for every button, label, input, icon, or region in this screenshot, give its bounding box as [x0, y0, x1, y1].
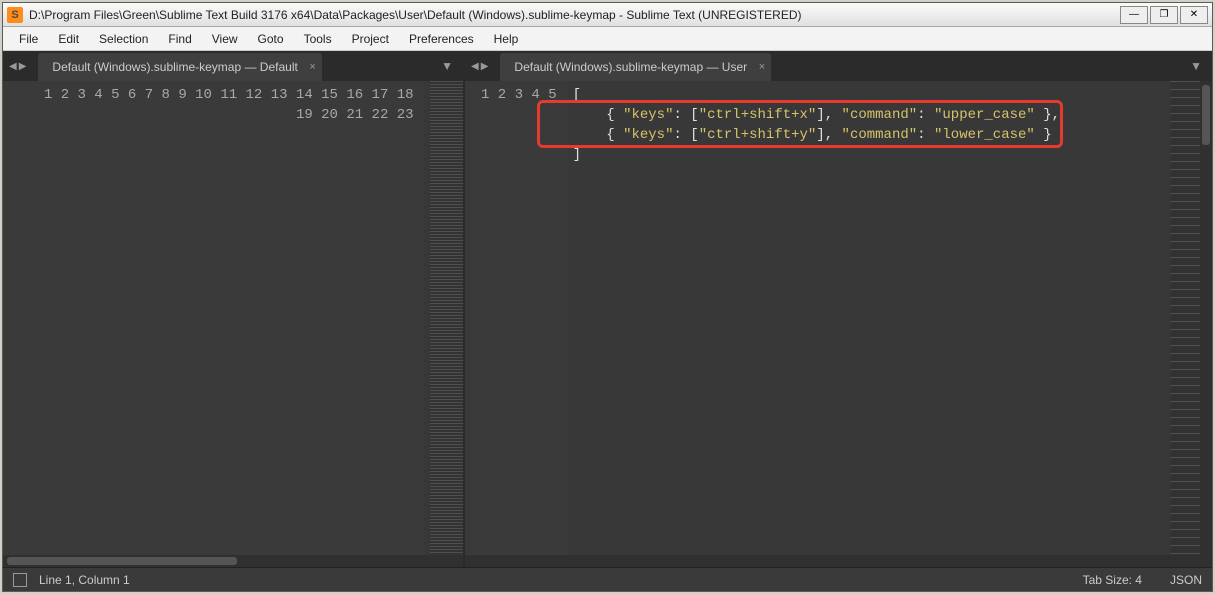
tab-close-icon[interactable]: ×	[309, 61, 315, 73]
hscroll-right[interactable]	[465, 555, 1212, 567]
code-body-left[interactable]: 1 2 3 4 5 6 7 8 9 10 11 12 13 14 15 16 1…	[3, 81, 463, 555]
menu-preferences[interactable]: Preferences	[399, 29, 484, 49]
status-panel-icon[interactable]	[13, 573, 27, 587]
tab-bar-right: ◀ ▶ Default (Windows).sublime-keymap — U…	[465, 51, 1212, 81]
tab-next-icon[interactable]: ▶	[481, 61, 489, 72]
hscroll-left[interactable]	[3, 555, 463, 567]
menu-goto[interactable]: Goto	[248, 29, 294, 49]
tab-bar-left: ◀ ▶ Default (Windows).sublime-keymap — D…	[3, 51, 463, 81]
tab-prev-icon[interactable]: ◀	[9, 61, 17, 72]
vscroll-thumb[interactable]	[1202, 85, 1210, 145]
app-icon: S	[7, 7, 23, 23]
gutter-right: 1 2 3 4 5	[465, 81, 567, 555]
menu-view[interactable]: View	[202, 29, 248, 49]
close-button[interactable]: ✕	[1180, 6, 1208, 24]
gutter-left: 1 2 3 4 5 6 7 8 9 10 11 12 13 14 15 16 1…	[3, 81, 424, 555]
editor-area: ◀ ▶ Default (Windows).sublime-keymap — D…	[3, 51, 1212, 567]
tab-next-icon[interactable]: ▶	[19, 61, 27, 72]
code-body-right[interactable]: 1 2 3 4 5 [ { "keys": ["ctrl+shift+x"], …	[465, 81, 1212, 555]
tab-label: Default (Windows).sublime-keymap — Defau…	[52, 60, 297, 74]
status-syntax[interactable]: JSON	[1170, 573, 1202, 587]
minimap-left[interactable]	[430, 81, 463, 555]
tab-dropdown-right[interactable]: ▼	[1180, 51, 1212, 81]
title-bar: S D:\Program Files\Green\Sublime Text Bu…	[3, 3, 1212, 27]
tab-nav-right: ◀ ▶	[465, 51, 494, 81]
menu-edit[interactable]: Edit	[48, 29, 89, 49]
tab-user-keymap[interactable]: Default (Windows).sublime-keymap — User …	[500, 53, 771, 81]
app-window: S D:\Program Files\Green\Sublime Text Bu…	[2, 2, 1213, 592]
tab-label: Default (Windows).sublime-keymap — User	[514, 60, 747, 74]
vscroll-right[interactable]	[1200, 81, 1212, 555]
menu-help[interactable]: Help	[484, 29, 529, 49]
tab-close-icon[interactable]: ×	[759, 61, 765, 73]
menu-file[interactable]: File	[9, 29, 48, 49]
status-bar: Line 1, Column 1 Tab Size: 4 JSON	[3, 567, 1212, 591]
right-pane: ◀ ▶ Default (Windows).sublime-keymap — U…	[465, 51, 1212, 567]
tab-nav-left: ◀ ▶	[3, 51, 32, 81]
tab-prev-icon[interactable]: ◀	[471, 61, 479, 72]
status-position[interactable]: Line 1, Column 1	[39, 573, 130, 587]
left-pane: ◀ ▶ Default (Windows).sublime-keymap — D…	[3, 51, 463, 567]
window-controls: — ❐ ✕	[1120, 6, 1208, 24]
minimize-button[interactable]: —	[1120, 6, 1148, 24]
menu-selection[interactable]: Selection	[89, 29, 158, 49]
status-tab-size[interactable]: Tab Size: 4	[1083, 573, 1142, 587]
hscroll-thumb[interactable]	[7, 557, 237, 565]
tab-dropdown-left[interactable]: ▼	[431, 51, 463, 81]
tab-default-keymap[interactable]: Default (Windows).sublime-keymap — Defau…	[38, 53, 321, 81]
menu-tools[interactable]: Tools	[294, 29, 342, 49]
menu-project[interactable]: Project	[342, 29, 399, 49]
code-right[interactable]: [ { "keys": ["ctrl+shift+x"], "command":…	[567, 81, 1170, 555]
menu-bar: FileEditSelectionFindViewGotoToolsProjec…	[3, 27, 1212, 51]
window-title: D:\Program Files\Green\Sublime Text Buil…	[29, 8, 1120, 22]
menu-find[interactable]: Find	[158, 29, 201, 49]
maximize-button[interactable]: ❐	[1150, 6, 1178, 24]
